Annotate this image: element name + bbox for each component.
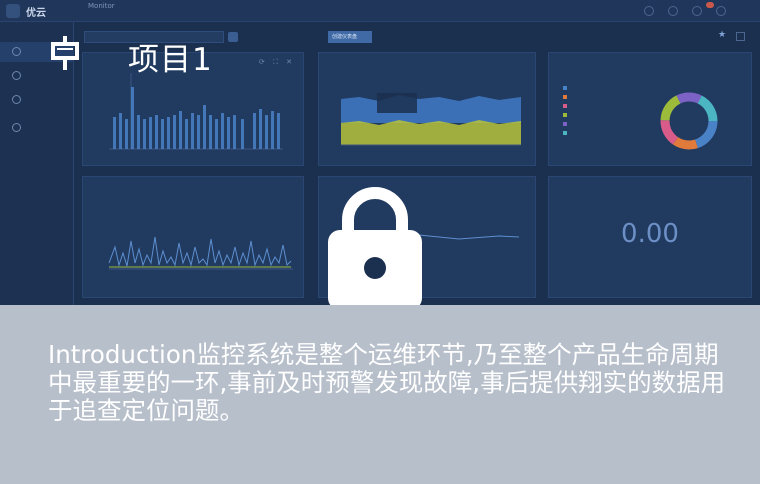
big-number-value: 0.00 — [621, 219, 679, 249]
card-title: 项目1 — [128, 42, 213, 78]
panel-area-chart — [318, 52, 536, 166]
clock-icon — [12, 47, 21, 56]
panel-spike-chart — [82, 176, 304, 298]
presentation-board-icon — [51, 36, 79, 70]
ring-chart-graphic — [660, 92, 718, 150]
panel-ring-chart — [548, 52, 752, 166]
dashboard-create-button: 创建仪表盘 — [328, 31, 372, 43]
dashboard-topbar: 优云 Monitor — [0, 0, 760, 22]
bell-icon — [692, 6, 702, 16]
sidebar-item-4 — [0, 118, 74, 138]
eye-icon — [12, 123, 21, 132]
card-description: Introduction监控系统是整个运维环节,乃至整个产品生命周期中最重要的一… — [48, 340, 726, 425]
notification-badge — [706, 2, 714, 8]
message-icon — [668, 6, 678, 16]
dashboard-brand: 优云 — [26, 8, 46, 19]
dashboard-logo-icon — [6, 4, 20, 18]
gear-icon — [736, 32, 745, 41]
star-icon: ★ — [718, 30, 727, 40]
area-chart-graphic — [341, 93, 521, 146]
help-icon — [644, 6, 654, 16]
people-icon — [12, 95, 21, 104]
chart-icon — [12, 71, 21, 80]
dashboard-filter-chip — [228, 32, 238, 42]
user-avatar-icon — [716, 6, 726, 16]
panel-big-number: 0.00 — [548, 176, 752, 298]
sidebar-item-3 — [0, 90, 74, 110]
dashboard-breadcrumb: Monitor — [88, 2, 115, 10]
lock-icon — [328, 187, 422, 310]
spike-chart-graphic — [108, 236, 293, 270]
